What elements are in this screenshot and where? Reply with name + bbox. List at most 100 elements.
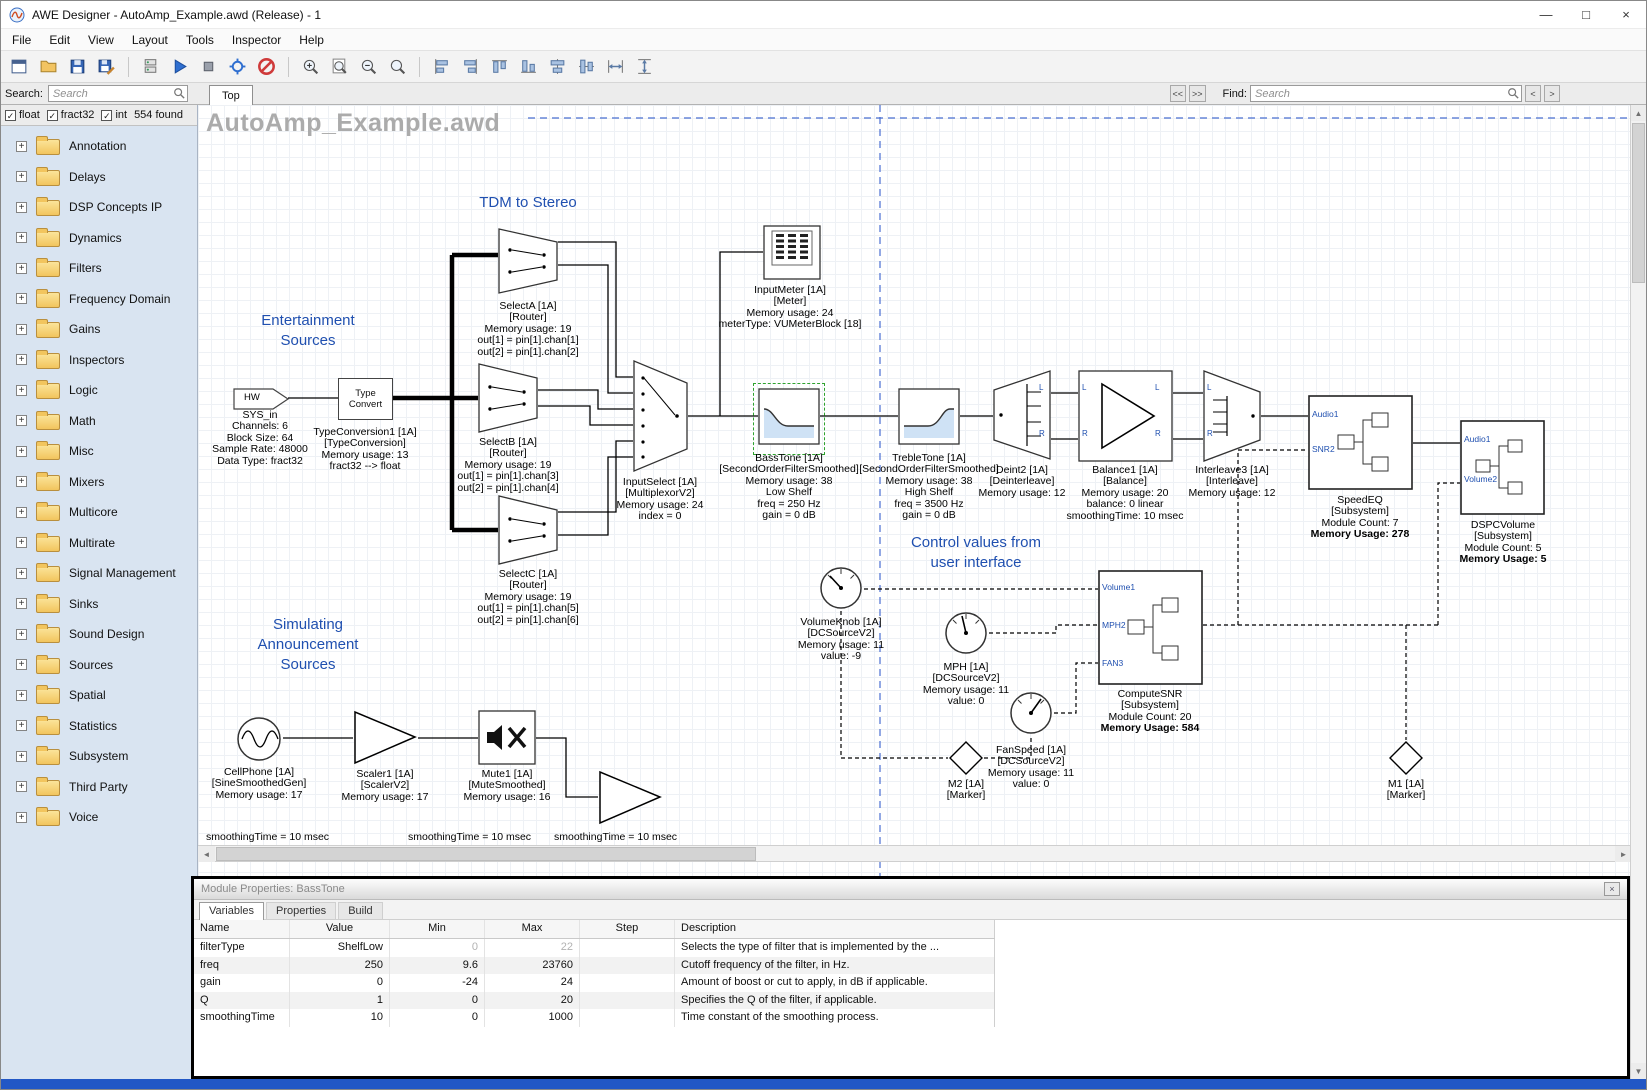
block-basstone[interactable] bbox=[758, 388, 820, 450]
variable-row-smoothingTime[interactable]: smoothingTime1001000Time constant of the… bbox=[194, 1009, 995, 1027]
zoom-out-button[interactable] bbox=[355, 53, 382, 80]
block-mute1[interactable] bbox=[478, 710, 536, 770]
block-volumeknob[interactable] bbox=[818, 565, 864, 616]
expand-icon[interactable]: + bbox=[16, 232, 27, 243]
block-m2[interactable] bbox=[948, 740, 984, 781]
block-selectb[interactable] bbox=[478, 363, 538, 438]
block-inputselect[interactable] bbox=[633, 360, 688, 477]
sidebar-item-misc[interactable]: +Misc bbox=[1, 436, 197, 467]
scroll-left-arrow[interactable]: ◄ bbox=[198, 846, 215, 862]
align-bottom-button[interactable] bbox=[515, 53, 542, 80]
scroll-up-arrow[interactable]: ▲ bbox=[1631, 105, 1646, 121]
expand-icon[interactable]: + bbox=[16, 171, 27, 182]
expand-icon[interactable]: + bbox=[16, 720, 27, 731]
expand-icon[interactable]: + bbox=[16, 202, 27, 213]
align-top-button[interactable] bbox=[486, 53, 513, 80]
find-next-button[interactable]: > bbox=[1544, 85, 1560, 102]
column-header-step[interactable]: Step bbox=[580, 920, 675, 938]
filter-float[interactable]: ✓float bbox=[5, 109, 40, 121]
sidebar-item-logic[interactable]: +Logic bbox=[1, 375, 197, 406]
sidebar-item-multirate[interactable]: +Multirate bbox=[1, 528, 197, 559]
column-header-min[interactable]: Min bbox=[390, 920, 485, 938]
canvas-hscrollbar[interactable]: ◄ ► bbox=[198, 845, 1632, 862]
sidebar-item-dsp-concepts-ip[interactable]: +DSP Concepts IP bbox=[1, 192, 197, 223]
scroll-down-arrow[interactable]: ▼ bbox=[1631, 1063, 1646, 1079]
center-h-button[interactable] bbox=[544, 53, 571, 80]
align-right-button[interactable] bbox=[457, 53, 484, 80]
tune-button[interactable] bbox=[224, 53, 251, 80]
sidebar-item-annotation[interactable]: +Annotation bbox=[1, 131, 197, 162]
expand-icon[interactable]: + bbox=[16, 446, 27, 457]
expand-icon[interactable]: + bbox=[16, 659, 27, 670]
block-inputmeter[interactable] bbox=[763, 225, 821, 285]
checkbox-icon[interactable]: ✓ bbox=[101, 110, 112, 121]
expand-icon[interactable]: + bbox=[16, 568, 27, 579]
panel-titlebar[interactable]: Module Properties: BassTone × bbox=[194, 879, 1627, 900]
hscroll-thumb[interactable] bbox=[216, 847, 756, 861]
sidebar-item-subsystem[interactable]: +Subsystem bbox=[1, 741, 197, 772]
checkbox-icon[interactable]: ✓ bbox=[47, 110, 58, 121]
find-prev-button[interactable]: < bbox=[1525, 85, 1541, 102]
vscroll-thumb[interactable] bbox=[1632, 123, 1645, 283]
zoom-button[interactable] bbox=[384, 53, 411, 80]
new-button[interactable] bbox=[6, 53, 33, 80]
expand-icon[interactable]: + bbox=[16, 385, 27, 396]
column-header-value[interactable]: Value bbox=[290, 920, 390, 938]
expand-icon[interactable]: + bbox=[16, 293, 27, 304]
match-height-button[interactable] bbox=[631, 53, 658, 80]
save-as-button[interactable] bbox=[93, 53, 120, 80]
expand-icon[interactable]: + bbox=[16, 781, 27, 792]
sidebar-item-frequency-domain[interactable]: +Frequency Domain bbox=[1, 284, 197, 315]
design-canvas[interactable]: AutoAmp_Example.awd TDM to Stereo Entert… bbox=[198, 105, 1632, 876]
block-typeconversion1[interactable]: TypeConvert bbox=[338, 378, 393, 420]
menu-inspector[interactable]: Inspector bbox=[223, 30, 290, 50]
minimize-button[interactable]: — bbox=[1526, 1, 1566, 28]
expand-icon[interactable]: + bbox=[16, 629, 27, 640]
column-header-description[interactable]: Description bbox=[675, 920, 995, 938]
expand-icon[interactable]: + bbox=[16, 690, 27, 701]
tab-top[interactable]: Top bbox=[209, 85, 253, 105]
find-next-all-button[interactable]: >> bbox=[1189, 85, 1206, 102]
menu-file[interactable]: File bbox=[3, 30, 40, 50]
sidebar-item-third-party[interactable]: +Third Party bbox=[1, 772, 197, 803]
panel-close-button[interactable]: × bbox=[1604, 882, 1620, 896]
filter-int[interactable]: ✓int bbox=[101, 109, 127, 121]
close-button[interactable]: × bbox=[1606, 1, 1646, 28]
sidebar-item-sound-design[interactable]: +Sound Design bbox=[1, 619, 197, 650]
column-header-name[interactable]: Name bbox=[194, 920, 290, 938]
expand-icon[interactable]: + bbox=[16, 263, 27, 274]
filter-fract32[interactable]: ✓fract32 bbox=[47, 109, 95, 121]
variable-row-filterType[interactable]: filterTypeShelfLow022Selects the type of… bbox=[194, 939, 995, 957]
expand-icon[interactable]: + bbox=[16, 141, 27, 152]
block-cellphone[interactable] bbox=[235, 715, 283, 768]
sidebar-item-inspectors[interactable]: +Inspectors bbox=[1, 345, 197, 376]
expand-icon[interactable]: + bbox=[16, 812, 27, 823]
menu-help[interactable]: Help bbox=[290, 30, 333, 50]
menu-edit[interactable]: Edit bbox=[40, 30, 79, 50]
sidebar-item-sources[interactable]: +Sources bbox=[1, 650, 197, 681]
sidebar-item-multicore[interactable]: +Multicore bbox=[1, 497, 197, 528]
center-v-button[interactable] bbox=[573, 53, 600, 80]
block-fanspeed[interactable] bbox=[1008, 690, 1054, 741]
maximize-button[interactable]: □ bbox=[1566, 1, 1606, 28]
block-selecta[interactable] bbox=[498, 228, 558, 299]
checkbox-icon[interactable]: ✓ bbox=[5, 110, 16, 121]
menu-view[interactable]: View bbox=[79, 30, 123, 50]
save-button[interactable] bbox=[64, 53, 91, 80]
sidebar-item-math[interactable]: +Math bbox=[1, 406, 197, 437]
open-button[interactable] bbox=[35, 53, 62, 80]
block-m1[interactable] bbox=[1388, 740, 1424, 781]
expand-icon[interactable]: + bbox=[16, 537, 27, 548]
search-input[interactable] bbox=[48, 85, 188, 102]
tab-build[interactable]: Build bbox=[338, 902, 382, 919]
menu-tools[interactable]: Tools bbox=[177, 30, 223, 50]
align-left-button[interactable] bbox=[428, 53, 455, 80]
match-width-button[interactable] bbox=[602, 53, 629, 80]
sidebar-item-voice[interactable]: +Voice bbox=[1, 802, 197, 833]
sidebar-item-delays[interactable]: +Delays bbox=[1, 162, 197, 193]
block-speedeq[interactable]: Audio1 SNR2 bbox=[1308, 395, 1413, 495]
menu-layout[interactable]: Layout bbox=[123, 30, 177, 50]
expand-icon[interactable]: + bbox=[16, 415, 27, 426]
block-interleave3[interactable] bbox=[1203, 370, 1261, 467]
column-header-max[interactable]: Max bbox=[485, 920, 580, 938]
